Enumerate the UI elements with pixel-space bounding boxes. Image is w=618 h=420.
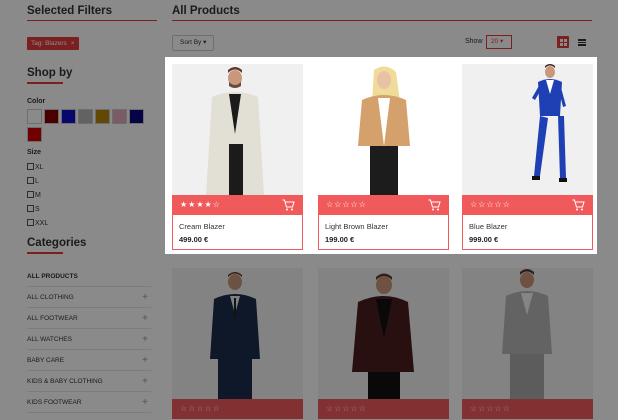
plus-icon[interactable]: + bbox=[142, 287, 148, 308]
star-rating: ★★★★☆ bbox=[180, 200, 221, 209]
category-label: ALL PRODUCTS bbox=[27, 273, 78, 280]
category-item[interactable]: BABY CARE + bbox=[27, 350, 151, 371]
plus-icon[interactable]: + bbox=[142, 350, 148, 371]
plus-icon[interactable]: + bbox=[142, 371, 148, 392]
color-swatch[interactable] bbox=[95, 109, 110, 124]
grid-view-icon[interactable] bbox=[557, 36, 569, 48]
product-name[interactable]: Cream Blazer bbox=[179, 222, 225, 231]
category-item[interactable]: KIDS & BABY CLOTHING + bbox=[27, 371, 151, 392]
divider bbox=[27, 20, 157, 21]
size-option[interactable]: M bbox=[27, 191, 41, 199]
product-price: 199.00 € bbox=[325, 235, 355, 244]
product-image[interactable] bbox=[318, 268, 449, 399]
product-action-bar: ☆☆☆☆☆ bbox=[462, 399, 593, 419]
category-label: BABY CARE bbox=[27, 357, 65, 364]
size-label-xl: XL bbox=[35, 164, 44, 171]
size-option[interactable]: L bbox=[27, 177, 39, 185]
filter-tag-label: Tag: Blazers bbox=[31, 40, 67, 47]
category-label: KIDS FOOTWEAR bbox=[27, 399, 82, 406]
product-photo bbox=[462, 64, 593, 195]
size-label: Size bbox=[27, 149, 42, 156]
selected-filters-title: Selected Filters bbox=[27, 5, 113, 17]
product-price: 499.00 € bbox=[179, 235, 209, 244]
size-option[interactable]: S bbox=[27, 205, 40, 213]
page-title: All Products bbox=[172, 5, 240, 17]
star-rating: ☆☆☆☆☆ bbox=[326, 200, 367, 209]
category-item[interactable]: KIDS FOOTWEAR + bbox=[27, 392, 151, 413]
plus-icon[interactable]: + bbox=[142, 308, 148, 329]
product-name[interactable]: Blue Blazer bbox=[469, 222, 507, 231]
size-label-s: S bbox=[35, 206, 40, 213]
size-label-xxl: XXL bbox=[35, 220, 49, 227]
product-photo bbox=[462, 268, 593, 399]
shop-by-title: Shop by bbox=[27, 67, 73, 79]
product-image[interactable] bbox=[462, 64, 593, 195]
checkbox[interactable] bbox=[27, 163, 34, 170]
show-count-select[interactable]: 20 ▾ bbox=[486, 35, 512, 49]
category-label: ALL FOOTWEAR bbox=[27, 315, 78, 322]
product-photo bbox=[318, 64, 449, 195]
color-swatch[interactable] bbox=[61, 109, 76, 124]
product-action-bar: ☆☆☆☆☆ bbox=[318, 399, 449, 419]
product-action-bar: ☆☆☆☆☆ bbox=[462, 195, 593, 215]
product-image[interactable] bbox=[318, 64, 449, 195]
product-image[interactable] bbox=[172, 64, 303, 195]
product-name[interactable]: Light Brown Blazer bbox=[325, 222, 388, 231]
cart-icon[interactable] bbox=[282, 199, 295, 211]
categories-title: Categories bbox=[27, 237, 87, 249]
close-icon[interactable]: × bbox=[71, 40, 75, 47]
category-item[interactable]: ALL FOOTWEAR + bbox=[27, 308, 151, 329]
product-info: Light Brown Blazer 199.00 € bbox=[318, 215, 449, 250]
shop-by-header: Shop by bbox=[27, 67, 72, 84]
checkbox[interactable] bbox=[27, 205, 34, 212]
star-rating: ☆☆☆☆☆ bbox=[470, 404, 511, 413]
list-view-icon[interactable] bbox=[576, 36, 588, 48]
category-item[interactable]: ALL PRODUCTS bbox=[27, 266, 151, 287]
product-price: 999.00 € bbox=[469, 235, 499, 244]
color-swatch[interactable] bbox=[78, 109, 93, 124]
star-rating: ☆☆☆☆☆ bbox=[326, 404, 367, 413]
color-swatch[interactable] bbox=[129, 109, 144, 124]
cart-icon[interactable] bbox=[428, 199, 441, 211]
color-swatch[interactable] bbox=[27, 127, 42, 142]
color-swatch[interactable] bbox=[112, 109, 127, 124]
sort-by-dropdown[interactable]: Sort By ▾ bbox=[172, 35, 215, 51]
checkbox[interactable] bbox=[27, 177, 34, 184]
category-label: KIDS & BABY CLOTHING bbox=[27, 378, 103, 385]
size-option[interactable]: XL bbox=[27, 163, 44, 171]
product-image[interactable] bbox=[172, 268, 303, 399]
category-item[interactable]: ALL WATCHES + bbox=[27, 329, 151, 350]
checkbox[interactable] bbox=[27, 219, 34, 226]
color-swatch[interactable] bbox=[27, 109, 42, 124]
size-label-m: M bbox=[35, 192, 41, 199]
plus-icon[interactable]: + bbox=[142, 392, 148, 413]
divider bbox=[172, 20, 592, 21]
product-photo bbox=[172, 64, 303, 195]
product-action-bar: ☆☆☆☆☆ bbox=[318, 195, 449, 215]
product-action-bar: ☆☆☆☆☆ bbox=[172, 399, 303, 419]
checkbox[interactable] bbox=[27, 191, 34, 198]
plus-icon[interactable]: + bbox=[142, 329, 148, 350]
star-rating: ☆☆☆☆☆ bbox=[180, 404, 221, 413]
product-photo bbox=[172, 268, 303, 399]
size-option[interactable]: XXL bbox=[27, 219, 48, 227]
color-label: Color bbox=[27, 98, 46, 105]
divider bbox=[27, 82, 63, 84]
categories-header: Categories bbox=[27, 237, 86, 254]
product-action-bar: ★★★★☆ bbox=[172, 195, 303, 215]
category-label: ALL CLOTHING bbox=[27, 294, 74, 301]
show-label: Show bbox=[465, 38, 483, 45]
product-image[interactable] bbox=[462, 268, 593, 399]
product-photo bbox=[318, 268, 449, 399]
divider bbox=[27, 252, 63, 254]
cart-icon[interactable] bbox=[572, 199, 585, 211]
filter-tag[interactable]: Tag: Blazers × bbox=[27, 37, 79, 50]
category-label: ALL WATCHES bbox=[27, 336, 72, 343]
product-info: Blue Blazer 999.00 € bbox=[462, 215, 593, 250]
star-rating: ☆☆☆☆☆ bbox=[470, 200, 511, 209]
size-label-l: L bbox=[35, 178, 39, 185]
color-swatch[interactable] bbox=[44, 109, 59, 124]
product-info: Cream Blazer 499.00 € bbox=[172, 215, 303, 250]
category-item[interactable]: ALL CLOTHING + bbox=[27, 287, 151, 308]
